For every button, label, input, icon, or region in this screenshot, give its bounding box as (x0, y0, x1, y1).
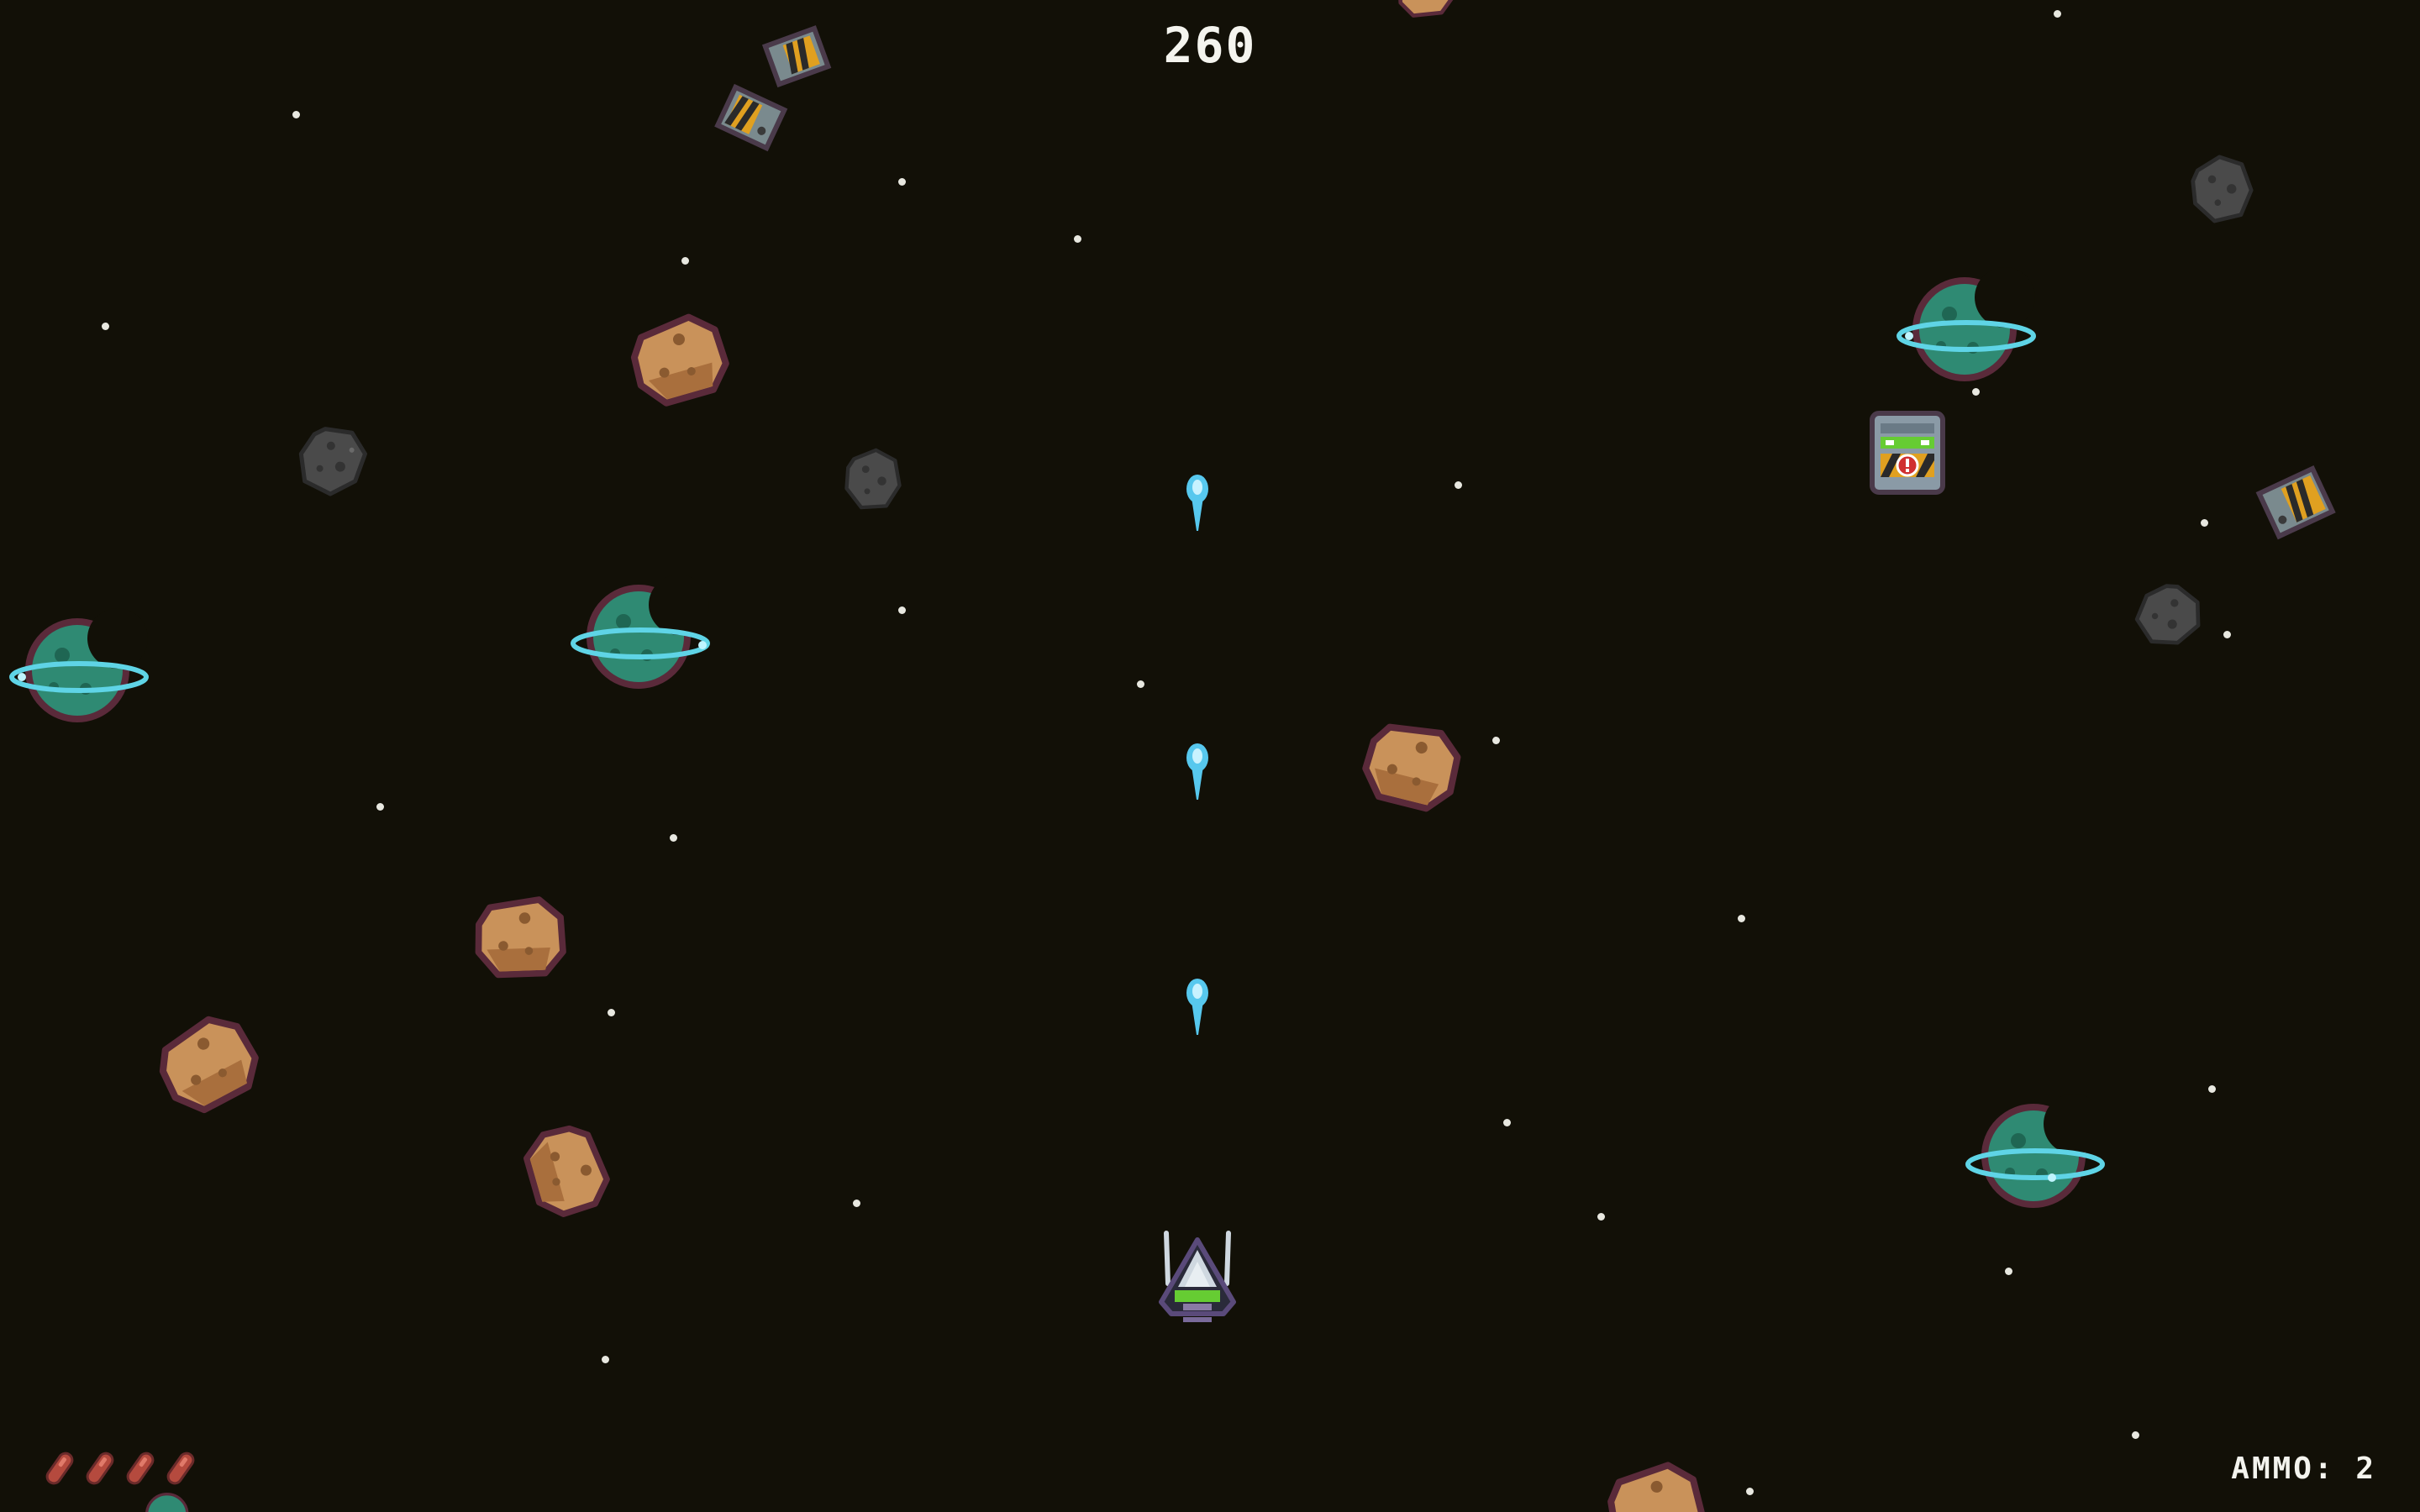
star (2132, 1431, 2139, 1439)
ammo-counter: AMMO: 2 (2231, 1452, 2376, 1486)
star (376, 803, 384, 811)
score-display: 260 (1163, 17, 1257, 74)
rock-asteroid-icon (623, 304, 738, 412)
star (898, 606, 906, 614)
rock-asteroid-icon (143, 997, 275, 1127)
star (292, 111, 300, 118)
dark-asteroid-icon (2184, 144, 2260, 232)
dark-asteroid-icon (844, 437, 902, 521)
ringed-planet-icon (570, 575, 713, 696)
star (1738, 915, 1745, 922)
star (1746, 1488, 1754, 1495)
star (681, 257, 689, 265)
star (2054, 10, 2061, 18)
hazard-debris-icon (2252, 460, 2341, 548)
hazard-debris-icon (702, 25, 840, 161)
rock-asteroid-icon (1390, 0, 1462, 18)
ringed-planet-icon (1896, 267, 2039, 388)
star (602, 1356, 609, 1363)
star (2201, 519, 2208, 527)
star (2208, 1085, 2216, 1093)
star (670, 834, 677, 842)
star (2005, 1268, 2012, 1275)
star (1074, 235, 1081, 243)
life-marker-icon (163, 1450, 198, 1487)
ringed-planet-icon (9, 608, 150, 729)
life-marker-icon (82, 1450, 118, 1487)
ringed-planet-icon (126, 1488, 210, 1512)
life-marker-icon (123, 1450, 158, 1487)
star (1137, 680, 1144, 688)
ringed-planet-icon (1965, 1094, 2107, 1215)
rock-asteroid-icon (1349, 701, 1477, 829)
rock-asteroid-icon (509, 1116, 627, 1226)
dark-asteroid-icon (2121, 564, 2217, 665)
star (1455, 481, 1462, 489)
laser-bolt-icon (1183, 741, 1212, 801)
dark-asteroid-icon (286, 412, 380, 507)
star (1503, 1119, 1511, 1126)
star (1972, 388, 1980, 396)
star (102, 323, 109, 330)
laser-bolt-icon (1183, 472, 1212, 533)
star (853, 1200, 860, 1207)
star (2223, 631, 2231, 638)
player-ship-icon[interactable] (1150, 1225, 1245, 1329)
rock-asteroid-icon (1602, 1455, 1712, 1512)
laser-bolt-icon (1183, 976, 1212, 1037)
star (608, 1009, 615, 1016)
ammo-crate-icon (1867, 408, 1948, 497)
life-marker-icon (42, 1450, 77, 1487)
game-canvas[interactable]: 260 AMMO: 2 (0, 0, 2420, 1512)
lives-indicator (42, 1450, 198, 1487)
star (898, 178, 906, 186)
rock-asteroid-icon (467, 889, 576, 984)
star (1597, 1213, 1605, 1221)
star (1492, 737, 1500, 744)
